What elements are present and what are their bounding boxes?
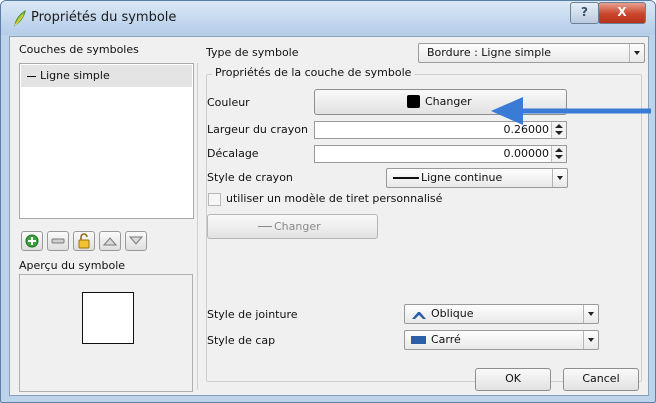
move-down-icon (129, 236, 143, 245)
dialog-window: Propriétés du symbole ? X Couches de sym… (0, 0, 656, 403)
offset-value: 0.00000 (503, 147, 550, 160)
spin-down-icon (555, 155, 563, 159)
dash-line-icon (258, 226, 272, 227)
cancel-button[interactable]: Cancel (563, 368, 639, 391)
move-down-button[interactable] (125, 231, 147, 251)
symbol-layers-list[interactable]: Ligne simple (19, 63, 194, 219)
offset-label: Décalage (207, 147, 259, 160)
pen-style-value: Ligne continue (421, 171, 503, 184)
symbol-preview (19, 274, 193, 392)
help-button[interactable]: ? (570, 2, 599, 24)
annotation-arrow-icon (491, 97, 651, 125)
chevron-down-icon (583, 305, 598, 323)
spin-down-icon (555, 131, 563, 135)
title-bar[interactable]: Propriétés du symbole ? X (1, 1, 655, 35)
panel-divider (197, 63, 198, 390)
line-sample-icon (27, 76, 36, 77)
remove-icon (51, 238, 65, 244)
cap-style-label: Style de cap (207, 334, 276, 347)
join-style-select[interactable]: Oblique (404, 304, 599, 324)
spin-up-icon (555, 148, 563, 152)
change-dash-button[interactable]: Changer (207, 214, 378, 239)
solid-line-icon (393, 177, 419, 179)
qgis-app-icon (14, 10, 26, 26)
add-icon (25, 234, 39, 248)
symbol-type-value: Bordure : Ligne simple (427, 46, 552, 59)
join-style-label: Style de jointure (207, 308, 298, 321)
color-swatch (407, 95, 420, 108)
chevron-down-icon (583, 331, 598, 349)
remove-layer-button[interactable] (47, 231, 69, 251)
preview-square (82, 292, 134, 344)
offset-spinbox[interactable]: 0.00000 (314, 145, 567, 163)
window-title: Propriétés du symbole (31, 10, 177, 25)
symbol-type-select[interactable]: Bordure : Ligne simple (418, 43, 645, 63)
custom-dash-label: utiliser un modèle de tiret personnalisé (226, 192, 443, 205)
dialog-body: Couches de symboles Ligne simple Aperçu … (9, 36, 649, 396)
list-item-label: Ligne simple (40, 69, 110, 82)
cap-style-value: Carré (431, 333, 461, 346)
chevron-down-icon (552, 169, 567, 187)
bevel-join-icon (412, 312, 426, 319)
cap-style-select[interactable]: Carré (404, 330, 599, 350)
ok-button[interactable]: OK (475, 368, 551, 391)
chevron-down-icon (629, 44, 644, 62)
change-color-label: Changer (425, 95, 472, 108)
custom-dash-checkbox[interactable] (208, 193, 221, 206)
square-cap-icon (411, 336, 426, 344)
symbol-preview-title: Aperçu du symbole (19, 259, 126, 272)
color-label: Couleur (207, 96, 250, 109)
lock-icon (78, 233, 90, 249)
layer-properties-title: Propriétés de la couche de symbole (212, 66, 415, 79)
pen-style-select[interactable]: Ligne continue (386, 168, 568, 188)
move-up-icon (103, 237, 117, 246)
join-style-value: Oblique (431, 307, 474, 320)
close-button[interactable]: X (598, 2, 646, 24)
lock-layer-button[interactable] (73, 231, 95, 251)
symbol-layers-title: Couches de symboles (19, 43, 139, 56)
add-layer-button[interactable] (21, 231, 43, 251)
change-dash-label: Changer (274, 220, 321, 233)
pen-width-label: Largeur du crayon (207, 123, 308, 136)
symbol-type-label: Type de symbole (206, 46, 299, 59)
spin-arrows[interactable] (551, 146, 566, 162)
pen-style-label: Style de crayon (207, 171, 293, 184)
move-up-button[interactable] (99, 231, 121, 251)
list-item[interactable]: Ligne simple (21, 65, 192, 87)
